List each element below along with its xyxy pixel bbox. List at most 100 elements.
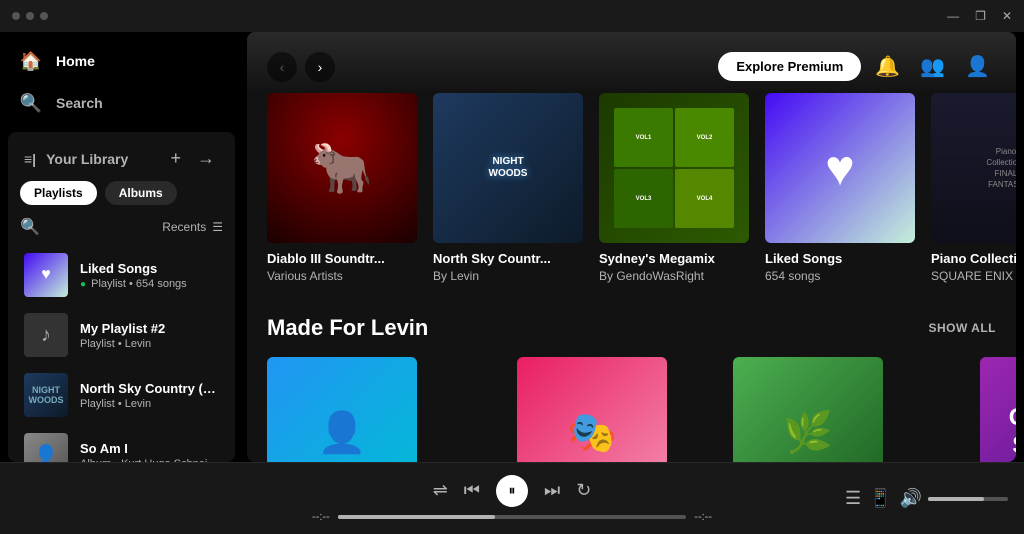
show-all-button[interactable]: Show all [928, 321, 996, 335]
daily-mix-1-card[interactable]: 👤 Daily Mix 1 Daily Mix 1 Josh Whelchel,… [267, 357, 501, 462]
sydney-card-title: Sydney's Megamix [599, 251, 749, 266]
titlebar-menu-dots [12, 12, 48, 20]
daily-mix-2-art: 🎭 [517, 357, 667, 462]
library-item-liked-songs[interactable]: ♥ Liked Songs ● Playlist • 654 songs [12, 245, 231, 305]
recents-label: Recents [162, 220, 206, 234]
filter-albums-button[interactable]: Albums [105, 181, 177, 205]
daily-mix-3-card[interactable]: 🌿 Daily Mix 3 Daily Mix 3 Darren Ang, Mi… [733, 357, 964, 462]
progress-bar[interactable]: --:-- --:-- [312, 511, 712, 523]
piano-art: PianoCollectionsFINALFANTASY [931, 93, 1016, 243]
play-pause-button[interactable]: ⏸ [496, 475, 528, 507]
now-playing-center: ⇌ ⏮ ⏸ ⏭ ↻ --:-- --:-- [216, 475, 808, 523]
user-profile-button[interactable]: 👤 [959, 48, 996, 85]
made-for-title: Made For Levin [267, 315, 428, 341]
queue-button[interactable]: ☰ [845, 488, 861, 509]
piano-card-thumbnail: PianoCollectionsFINALFANTASY [931, 93, 1016, 243]
daily-mix-2-card[interactable]: 🎭 Daily Mix 2 Daily Mix 2 ROZEN, Nobuo U… [517, 357, 717, 462]
volume-icon: 🔊 [900, 488, 922, 508]
card-north-sky[interactable]: NIGHTWOODS North Sky Countr... By Levin [433, 93, 583, 283]
card-piano[interactable]: PianoCollectionsFINALFANTASY Piano Colle… [931, 93, 1016, 283]
nightwoods-text: NIGHTWOODS [489, 156, 528, 180]
sydney-grid: VOL1 VOL2 VOL3 VOL4 [614, 108, 734, 228]
content-scroll[interactable]: 🐂 Diablo III Soundtr... Various Artists … [247, 93, 1016, 462]
total-time: --:-- [694, 511, 712, 523]
diablo-card-sub: Various Artists [267, 269, 417, 283]
library-icon: ≡| [24, 151, 36, 167]
sydney-cell-1: VOL1 [614, 108, 673, 167]
back-button[interactable]: ‹ [267, 52, 297, 82]
card-liked-songs[interactable]: ♥ Liked Songs 654 songs [765, 93, 915, 283]
sydney-art: VOL1 VOL2 VOL3 VOL4 [599, 93, 749, 243]
recents-list-icon: ☰ [212, 220, 223, 234]
piano-card-sub: SQUARE ENIX MUSIC [931, 269, 1016, 283]
northsky-card-thumbnail: NIGHTWOODS [433, 93, 583, 243]
progress-track[interactable] [338, 515, 687, 519]
diablo-card-title: Diablo III Soundtr... [267, 251, 417, 266]
current-time: --:-- [312, 511, 330, 523]
main-layout: 🏠 Home 🔍 Search ≡| Your Library + → [0, 32, 1024, 462]
volume-track[interactable] [928, 497, 1008, 501]
friends-button[interactable]: 👥 [914, 48, 951, 85]
library-add-button[interactable]: + [166, 144, 185, 173]
maximize-button[interactable]: ❐ [975, 9, 986, 23]
library-expand-button[interactable]: → [193, 144, 219, 173]
northsky-art: NIGHTWOODS [433, 93, 583, 243]
card-sydney[interactable]: VOL1 VOL2 VOL3 VOL4 Sydney's Megamix By … [599, 93, 749, 283]
library-search-icon[interactable]: 🔍 [20, 217, 40, 237]
daily-mix-1-art: 👤 [267, 357, 417, 462]
heart-large-icon: ♥ [825, 139, 855, 197]
explore-premium-button[interactable]: Explore Premium [718, 52, 861, 81]
liked-songs-info: Liked Songs ● Playlist • 654 songs [80, 261, 187, 290]
northsky-meta: Playlist • Levin [80, 398, 219, 410]
repeat-button[interactable]: ↻ [576, 480, 591, 501]
notifications-button[interactable]: 🔔 [869, 48, 906, 85]
library-item-playlist-2[interactable]: ♪ My Playlist #2 Playlist • Levin [12, 305, 231, 365]
nature-icon: 🌿 [783, 409, 833, 456]
sydney-card-sub: By GendoWasRight [599, 269, 749, 283]
progress-fill [338, 515, 495, 519]
recents-button[interactable]: Recents ☰ [162, 220, 223, 234]
daily-mix-4-thumbnail: GOTHIC STORM Daily Mix 4 [980, 357, 1016, 462]
forward-button[interactable]: › [305, 52, 335, 82]
header-right: Explore Premium 🔔 👥 👤 [718, 48, 996, 85]
volume-button[interactable]: 🔊 [900, 488, 922, 509]
sydney-cell-2: VOL2 [675, 108, 734, 167]
library-filters: Playlists Albums [8, 181, 235, 213]
card-diablo[interactable]: 🐂 Diablo III Soundtr... Various Artists [267, 93, 417, 283]
close-button[interactable]: ✕ [1002, 9, 1012, 23]
daily-mix-4-card[interactable]: GOTHIC STORM Daily Mix 4 Daily Mix 4 Got… [980, 357, 1016, 462]
library-title-label: Your Library [46, 151, 128, 167]
face-icon: 🎭 [567, 409, 617, 456]
library-title-area[interactable]: ≡| Your Library [24, 151, 128, 167]
top-picks-row: 🐂 Diablo III Soundtr... Various Artists … [267, 93, 996, 291]
next-icon: ⏭ [544, 480, 560, 500]
shuffle-button[interactable]: ⇌ [433, 480, 448, 501]
soami-thumbnail: 👤 [24, 433, 68, 462]
next-button[interactable]: ⏭ [544, 480, 560, 501]
devices-button[interactable]: 📱 [869, 488, 891, 509]
search-icon: 🔍 [20, 92, 42, 114]
person-icon: 👤 [34, 443, 59, 463]
pause-icon: ⏸ [509, 482, 516, 499]
daily-mix-2-thumbnail: 🎭 Daily Mix 2 [517, 357, 667, 462]
titlebar-dot-1 [12, 12, 20, 20]
previous-button[interactable]: ⏮ [464, 480, 480, 501]
liked-songs-card-art: ♥ [765, 93, 915, 243]
daily-mix-4-art: GOTHIC STORM [980, 357, 1016, 462]
sydney-card-thumbnail: VOL1 VOL2 VOL3 VOL4 [599, 93, 749, 243]
northsky-thumbnail: NIGHT WOODS [24, 373, 68, 417]
northsky-thumb-label: NIGHT WOODS [24, 383, 68, 407]
sidebar-item-home[interactable]: 🏠 Home [12, 40, 231, 82]
minimize-button[interactable]: — [947, 9, 959, 23]
titlebar: — ❐ ✕ [0, 0, 1024, 32]
library-item-so-am-i[interactable]: 👤 So Am I Album • Kurt Hugo Schneider [12, 425, 231, 462]
piano-text: PianoCollectionsFINALFANTASY [978, 138, 1016, 199]
filter-playlists-button[interactable]: Playlists [20, 181, 97, 205]
library-item-north-sky[interactable]: NIGHT WOODS North Sky Country (In-Game) … [12, 365, 231, 425]
library-search-row: 🔍 Recents ☰ [8, 213, 235, 245]
liked-songs-card-title: Liked Songs [765, 251, 915, 266]
music-note-icon: ♪ [41, 324, 51, 347]
content-header: ‹ › Explore Premium 🔔 👥 👤 [247, 32, 1016, 93]
window-controls: — ❐ ✕ [947, 9, 1012, 23]
sidebar-item-search[interactable]: 🔍 Search [12, 82, 231, 124]
